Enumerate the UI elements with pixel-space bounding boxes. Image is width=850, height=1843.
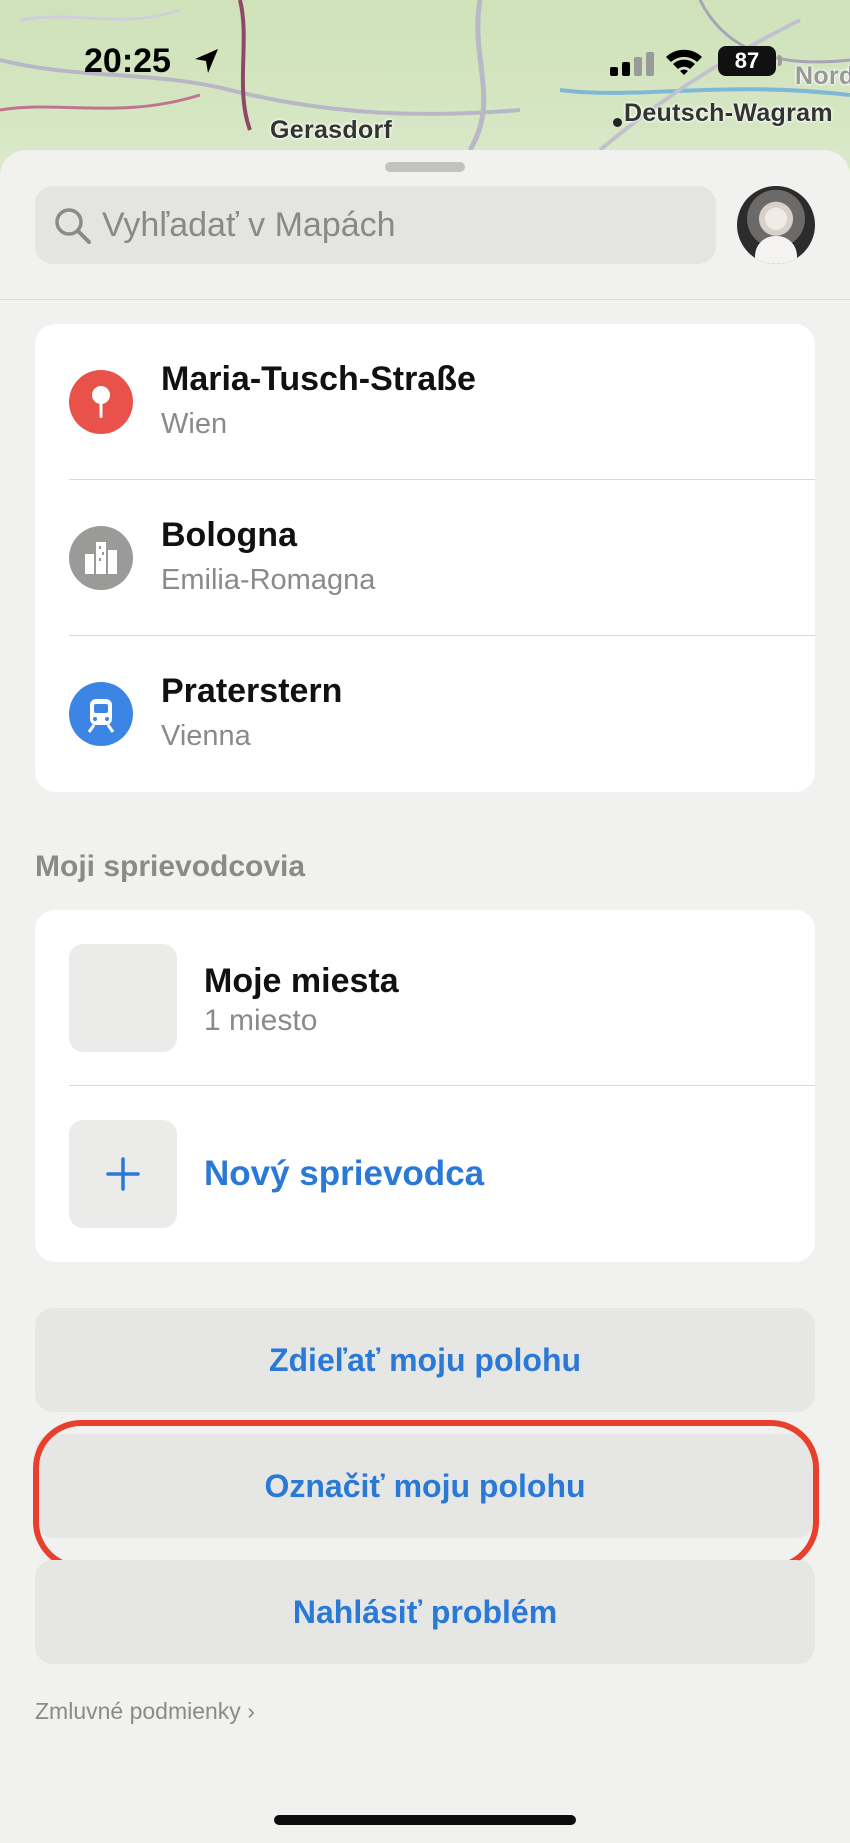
recent-subtitle: Wien xyxy=(161,408,228,440)
recent-title: Praterstern xyxy=(161,672,343,710)
share-location-button[interactable]: Zdieľať moju polohu xyxy=(35,1308,815,1412)
map-label-deutsch-wagram: Deutsch-Wagram xyxy=(624,99,833,127)
recent-item-bologna[interactable]: Bologna Emilia-Romagna xyxy=(35,480,815,636)
cellular-signal-icon xyxy=(610,52,654,76)
chevron-right-icon: › xyxy=(247,1698,255,1724)
guide-title: Moje miesta xyxy=(204,962,399,1000)
terms-label: Zmluvné podmienky xyxy=(35,1698,241,1724)
recent-item-praterstern[interactable]: Praterstern Vienna xyxy=(35,636,815,792)
search-input[interactable]: Vyhľadať v Mapách xyxy=(35,186,716,264)
bottom-sheet: Vyhľadať v Mapách Maria-Tusch-Straße Wie… xyxy=(0,150,850,1843)
guides-card: Moje miesta 1 miesto Nový sprievodca xyxy=(35,910,815,1262)
sheet-header: Vyhľadať v Mapách xyxy=(0,150,850,300)
guide-subtitle: 1 miesto xyxy=(204,1004,318,1037)
terms-link[interactable]: Zmluvné podmienky › xyxy=(35,1698,255,1725)
recents-card: Maria-Tusch-Straße Wien Bologna Emilia-R… xyxy=(35,324,815,792)
new-guide-thumbnail xyxy=(69,1120,177,1228)
battery-tip xyxy=(778,55,782,66)
home-indicator[interactable] xyxy=(274,1815,576,1825)
guides-section-title: Moji sprievodcovia xyxy=(35,850,306,883)
avatar[interactable] xyxy=(737,186,815,264)
recent-subtitle: Vienna xyxy=(161,720,251,752)
recent-subtitle: Emilia-Romagna xyxy=(161,564,376,596)
avatar-figure xyxy=(755,236,797,264)
guide-thumbnail xyxy=(69,944,177,1052)
recent-item-maria-tusch-strasse[interactable]: Maria-Tusch-Straße Wien xyxy=(35,324,815,480)
plus-icon xyxy=(106,1157,140,1191)
location-arrow-icon xyxy=(195,49,218,73)
recent-title: Maria-Tusch-Straße xyxy=(161,360,476,398)
battery-icon: 87 xyxy=(718,46,776,76)
search-icon xyxy=(55,208,91,244)
tram-icon xyxy=(69,682,133,746)
search-placeholder: Vyhľadať v Mapách xyxy=(102,206,396,244)
guide-item-my-places[interactable]: Moje miesta 1 miesto xyxy=(35,910,815,1086)
highlight-annotation xyxy=(33,1420,819,1570)
map-label-gerasdorf: Gerasdorf xyxy=(270,116,393,144)
status-time: 20:25 xyxy=(84,42,171,80)
new-guide-label: Nový sprievodca xyxy=(204,1154,485,1193)
report-problem-button[interactable]: Nahlásiť problém xyxy=(35,1560,815,1664)
pin-icon xyxy=(69,370,133,434)
wifi-icon xyxy=(666,49,702,75)
recent-title: Bologna xyxy=(161,516,297,554)
new-guide-button[interactable]: Nový sprievodca xyxy=(35,1086,815,1262)
sheet-grabber[interactable] xyxy=(385,162,465,172)
map-town-dot xyxy=(613,118,622,127)
status-bar: 20:25 87 xyxy=(0,40,850,84)
city-icon xyxy=(69,526,133,590)
